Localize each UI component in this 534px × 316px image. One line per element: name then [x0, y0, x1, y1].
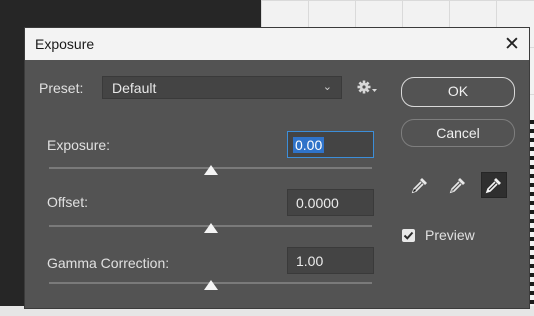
- exposure-dialog: Exposure ✕ Preset: Default ⌄ OK Cancel E…: [25, 28, 529, 308]
- black-point-eyedropper-icon[interactable]: [407, 172, 433, 198]
- close-icon: ✕: [504, 33, 520, 55]
- dialog-title: Exposure: [35, 36, 95, 52]
- offset-input[interactable]: 0.0000: [287, 189, 374, 216]
- exposure-value: 0.00: [293, 137, 325, 153]
- gamma-value: 1.00: [296, 253, 324, 269]
- offset-value: 0.0000: [296, 195, 339, 211]
- offset-slider-thumb[interactable]: [203, 223, 218, 233]
- preset-value: Default: [112, 80, 157, 96]
- preview-label[interactable]: Preview: [425, 227, 475, 243]
- ok-button[interactable]: OK: [401, 77, 515, 107]
- exposure-slider-thumb[interactable]: [203, 165, 218, 175]
- gear-icon[interactable]: [356, 78, 378, 98]
- gamma-input[interactable]: 1.00: [287, 247, 374, 274]
- preview-checkbox[interactable]: [402, 229, 415, 242]
- offset-label: Offset:: [47, 194, 88, 210]
- gamma-label: Gamma Correction:: [47, 255, 170, 271]
- preset-dropdown[interactable]: Default ⌄: [102, 76, 342, 99]
- gamma-slider-thumb[interactable]: [203, 280, 218, 290]
- cancel-button[interactable]: Cancel: [401, 119, 515, 147]
- preset-label: Preset:: [39, 80, 84, 96]
- gray-point-eyedropper-icon[interactable]: [445, 172, 471, 198]
- exposure-label: Exposure:: [47, 137, 111, 153]
- close-button[interactable]: ✕: [495, 28, 529, 60]
- checkmark-icon: [403, 231, 414, 240]
- chevron-down-icon: ⌄: [322, 81, 332, 93]
- white-point-eyedropper-icon[interactable]: [481, 172, 507, 198]
- dialog-titlebar[interactable]: Exposure ✕: [25, 28, 529, 60]
- exposure-input[interactable]: 0.00: [287, 131, 374, 158]
